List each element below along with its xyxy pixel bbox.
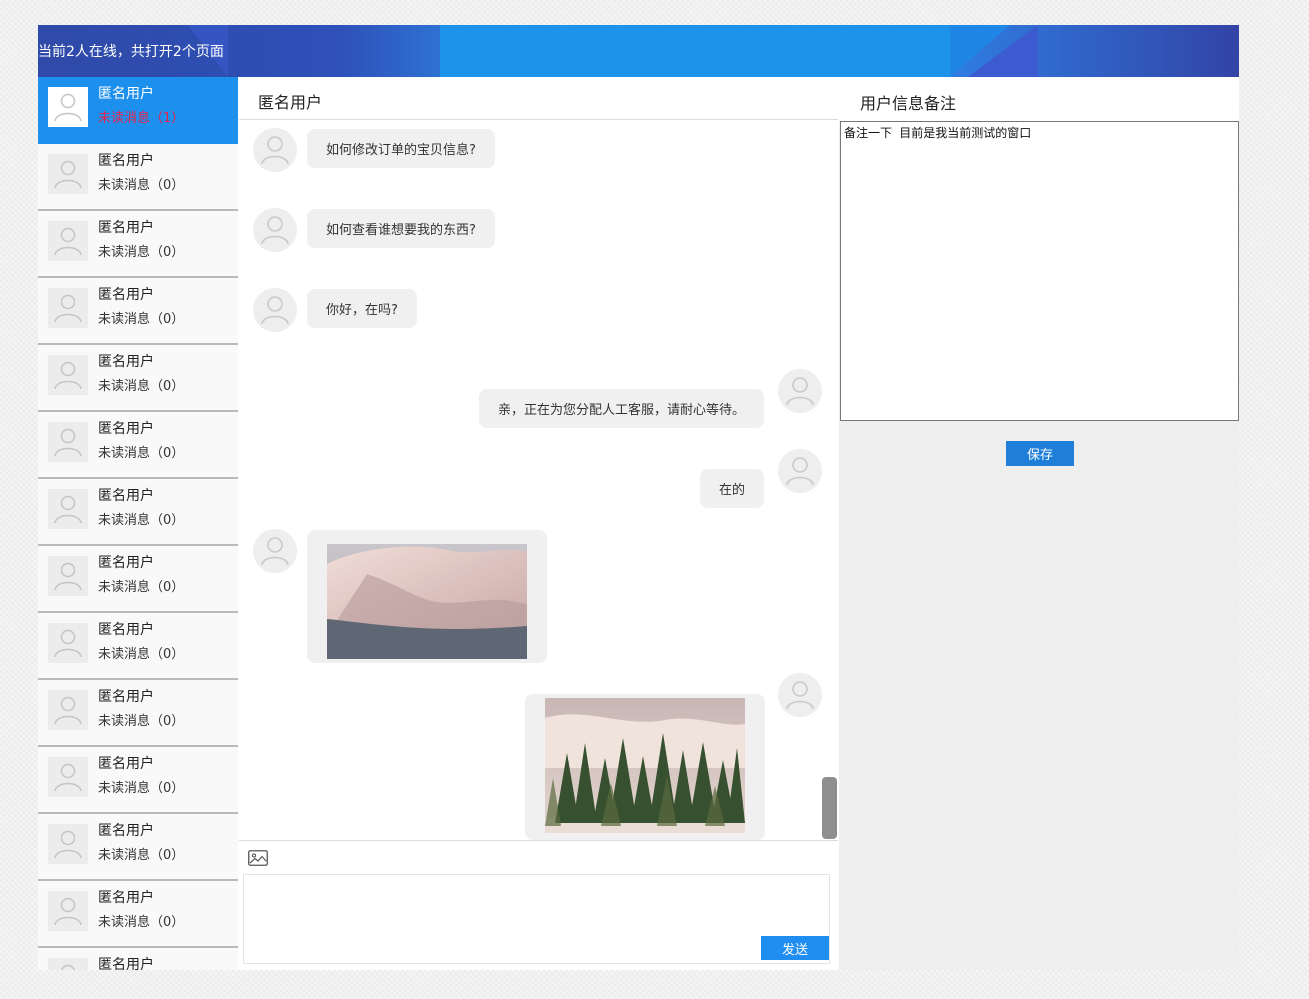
- user-avatar: [48, 623, 88, 663]
- user-name: 匿名用户: [98, 622, 154, 638]
- user-name: 匿名用户: [98, 823, 154, 839]
- user-avatar: [48, 489, 88, 529]
- message-bubble: 如何查看谁想要我的东西?: [307, 209, 495, 248]
- sidebar-user-item[interactable]: 匿名用户未读消息（1）: [38, 77, 238, 144]
- unread-count: 未读消息（0）: [98, 379, 185, 394]
- unread-count: 未读消息（0）: [98, 915, 185, 930]
- sidebar-user-item[interactable]: 匿名用户未读消息（0）: [38, 479, 238, 546]
- sidebar-user-item[interactable]: 匿名用户: [38, 948, 238, 970]
- unread-count: 未读消息（1）: [98, 111, 185, 126]
- sidebar-user-item[interactable]: 匿名用户未读消息（0）: [38, 814, 238, 881]
- message-bubble: 亲，正在为您分配人工客服，请耐心等待。: [478, 389, 764, 428]
- snow-dune-photo: [327, 544, 527, 659]
- user-avatar: [48, 87, 88, 127]
- user-name: 匿名用户: [98, 153, 154, 169]
- notes-panel: 用户信息备注 备注一下 目前是我当前测试的窗口 保存: [839, 77, 1239, 970]
- notes-header: 用户信息备注: [839, 77, 1239, 121]
- user-avatar: [48, 288, 88, 328]
- sidebar-user-item[interactable]: 匿名用户未读消息（0）: [38, 680, 238, 747]
- user-avatar: [48, 958, 88, 970]
- user-name: 匿名用户: [98, 220, 154, 236]
- sidebar-user-item[interactable]: 匿名用户未读消息（0）: [38, 546, 238, 613]
- chat-app: 当前2人在线，共打开2个页面 匿名用户 未读消息（1） 匿名用户 未读消息（0） 匿名用…: [38, 25, 1239, 970]
- user-list[interactable]: 匿名用户 未读消息（1） 匿名用户 未读消息（0） 匿名用户 未读消息（0） 匿名用户 未读消…: [38, 77, 238, 970]
- notes-textarea[interactable]: 备注一下 目前是我当前测试的窗口: [840, 121, 1239, 421]
- send-button[interactable]: 发送: [761, 936, 829, 960]
- user-name: 匿名用户: [98, 689, 154, 705]
- user-name: 匿名用户: [98, 287, 154, 303]
- message-list[interactable]: 如何修改订单的宝贝信息? 如何查看谁想要我的东西? 你好，在吗? 亲，正在为您分…: [239, 120, 838, 840]
- unread-count: 未读消息（0）: [98, 647, 185, 662]
- user-avatar: [48, 824, 88, 864]
- message-input[interactable]: [243, 874, 830, 964]
- unread-count: 未读消息（0）: [98, 513, 185, 528]
- save-button[interactable]: 保存: [1006, 441, 1074, 466]
- unread-count: 未读消息（0）: [98, 848, 185, 863]
- image-upload-icon[interactable]: [248, 850, 268, 866]
- sidebar-user-item[interactable]: 匿名用户未读消息（0）: [38, 747, 238, 814]
- message-bubble: 你好，在吗?: [307, 289, 417, 328]
- user-avatar: [48, 154, 88, 194]
- user-name: 匿名用户: [98, 86, 154, 102]
- message-scrollbar[interactable]: [822, 777, 837, 839]
- unread-count: 未读消息（0）: [98, 446, 185, 461]
- user-avatar: [48, 221, 88, 261]
- unread-count: 未读消息（0）: [98, 178, 185, 193]
- user-name: 匿名用户: [98, 421, 154, 437]
- agent-avatar: [778, 449, 822, 493]
- message-bubble: 如何修改订单的宝贝信息?: [307, 129, 495, 168]
- user-name: 匿名用户: [98, 354, 154, 370]
- user-avatar: [253, 128, 297, 172]
- user-avatar: [48, 690, 88, 730]
- user-name: 匿名用户: [98, 890, 154, 906]
- user-avatar: [253, 529, 297, 573]
- message-bubble: 在的: [699, 469, 764, 508]
- unread-count: 未读消息（0）: [98, 714, 185, 729]
- online-status-text: 当前2人在线，共打开2个页面: [38, 44, 224, 60]
- unread-count: 未读消息（0）: [98, 312, 185, 327]
- user-avatar: [48, 422, 88, 462]
- unread-count: 未读消息（0）: [98, 580, 185, 595]
- agent-avatar: [778, 673, 822, 717]
- header-decoration: [440, 25, 950, 77]
- user-avatar: [48, 757, 88, 797]
- chat-header: 匿名用户: [239, 77, 838, 120]
- user-avatar: [48, 556, 88, 596]
- chat-toolbar: [239, 840, 838, 875]
- user-avatar: [48, 891, 88, 931]
- chat-panel: 匿名用户 如何修改订单的宝贝信息? 如何查看谁想要我的东西? 你好，在吗? 亲，…: [239, 77, 838, 970]
- user-avatar: [48, 355, 88, 395]
- unread-count: 未读消息（0）: [98, 781, 185, 796]
- header-bar: 当前2人在线，共打开2个页面: [38, 25, 1239, 77]
- header-decoration: [968, 25, 1038, 77]
- user-name: 匿名用户: [98, 488, 154, 504]
- unread-count: 未读消息（0）: [98, 245, 185, 260]
- image-message[interactable]: [307, 530, 547, 663]
- sidebar-user-item[interactable]: 匿名用户未读消息（0）: [38, 881, 238, 948]
- user-name: 匿名用户: [98, 957, 154, 970]
- sidebar-user-item[interactable]: 匿名用户未读消息（0）: [38, 412, 238, 479]
- chat-title: 匿名用户: [258, 93, 323, 112]
- user-avatar: [253, 288, 297, 332]
- sidebar-user-item[interactable]: 匿名用户未读消息（0）: [38, 144, 238, 211]
- user-avatar: [253, 208, 297, 252]
- sidebar-user-item[interactable]: 匿名用户未读消息（0）: [38, 278, 238, 345]
- user-name: 匿名用户: [98, 756, 154, 772]
- pine-trees-snow-photo: [545, 698, 745, 833]
- sidebar-user-item[interactable]: 匿名用户未读消息（0）: [38, 211, 238, 278]
- sidebar-user-item[interactable]: 匿名用户未读消息（0）: [38, 613, 238, 680]
- image-message[interactable]: [525, 694, 765, 840]
- sidebar-user-item[interactable]: 匿名用户未读消息（0）: [38, 345, 238, 412]
- agent-avatar: [778, 369, 822, 413]
- notes-title: 用户信息备注: [860, 94, 957, 113]
- user-name: 匿名用户: [98, 555, 154, 571]
